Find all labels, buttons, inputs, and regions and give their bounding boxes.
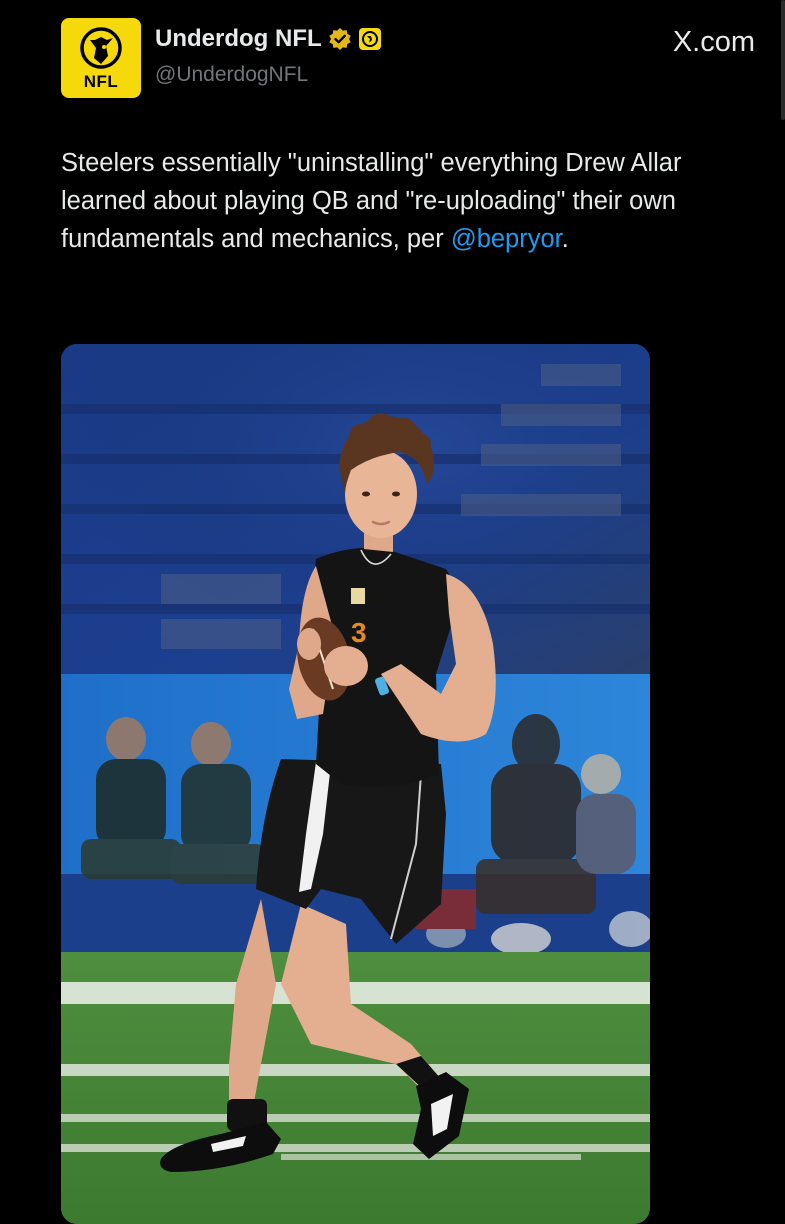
scrollbar[interactable] xyxy=(781,0,785,120)
tweet-photo[interactable]: 3 xyxy=(61,344,650,1224)
verified-gold-badge-icon[interactable] xyxy=(328,27,352,51)
author-name-row[interactable]: Underdog NFL xyxy=(155,25,382,53)
tweet-card: NFL Underdog NFL @UnderdogNFL X.com Stee… xyxy=(0,0,785,1224)
tweet-body: Steelers essentially "uninstalling" ever… xyxy=(61,149,682,253)
mention-link[interactable]: @bepryor xyxy=(451,225,562,253)
tweet-text: Steelers essentially "uninstalling" ever… xyxy=(61,144,761,258)
svg-text:3: 3 xyxy=(351,617,367,648)
author-display-name[interactable]: Underdog NFL xyxy=(155,25,322,53)
underdog-affiliate-icon[interactable] xyxy=(358,27,382,51)
quarterback-photo: 3 xyxy=(61,344,650,1224)
avatar[interactable]: NFL xyxy=(61,18,141,98)
author-handle[interactable]: @UnderdogNFL xyxy=(155,63,308,87)
tweet-trailing: . xyxy=(561,225,569,253)
source-label: X.com xyxy=(672,26,755,58)
avatar-label: NFL xyxy=(83,72,119,91)
